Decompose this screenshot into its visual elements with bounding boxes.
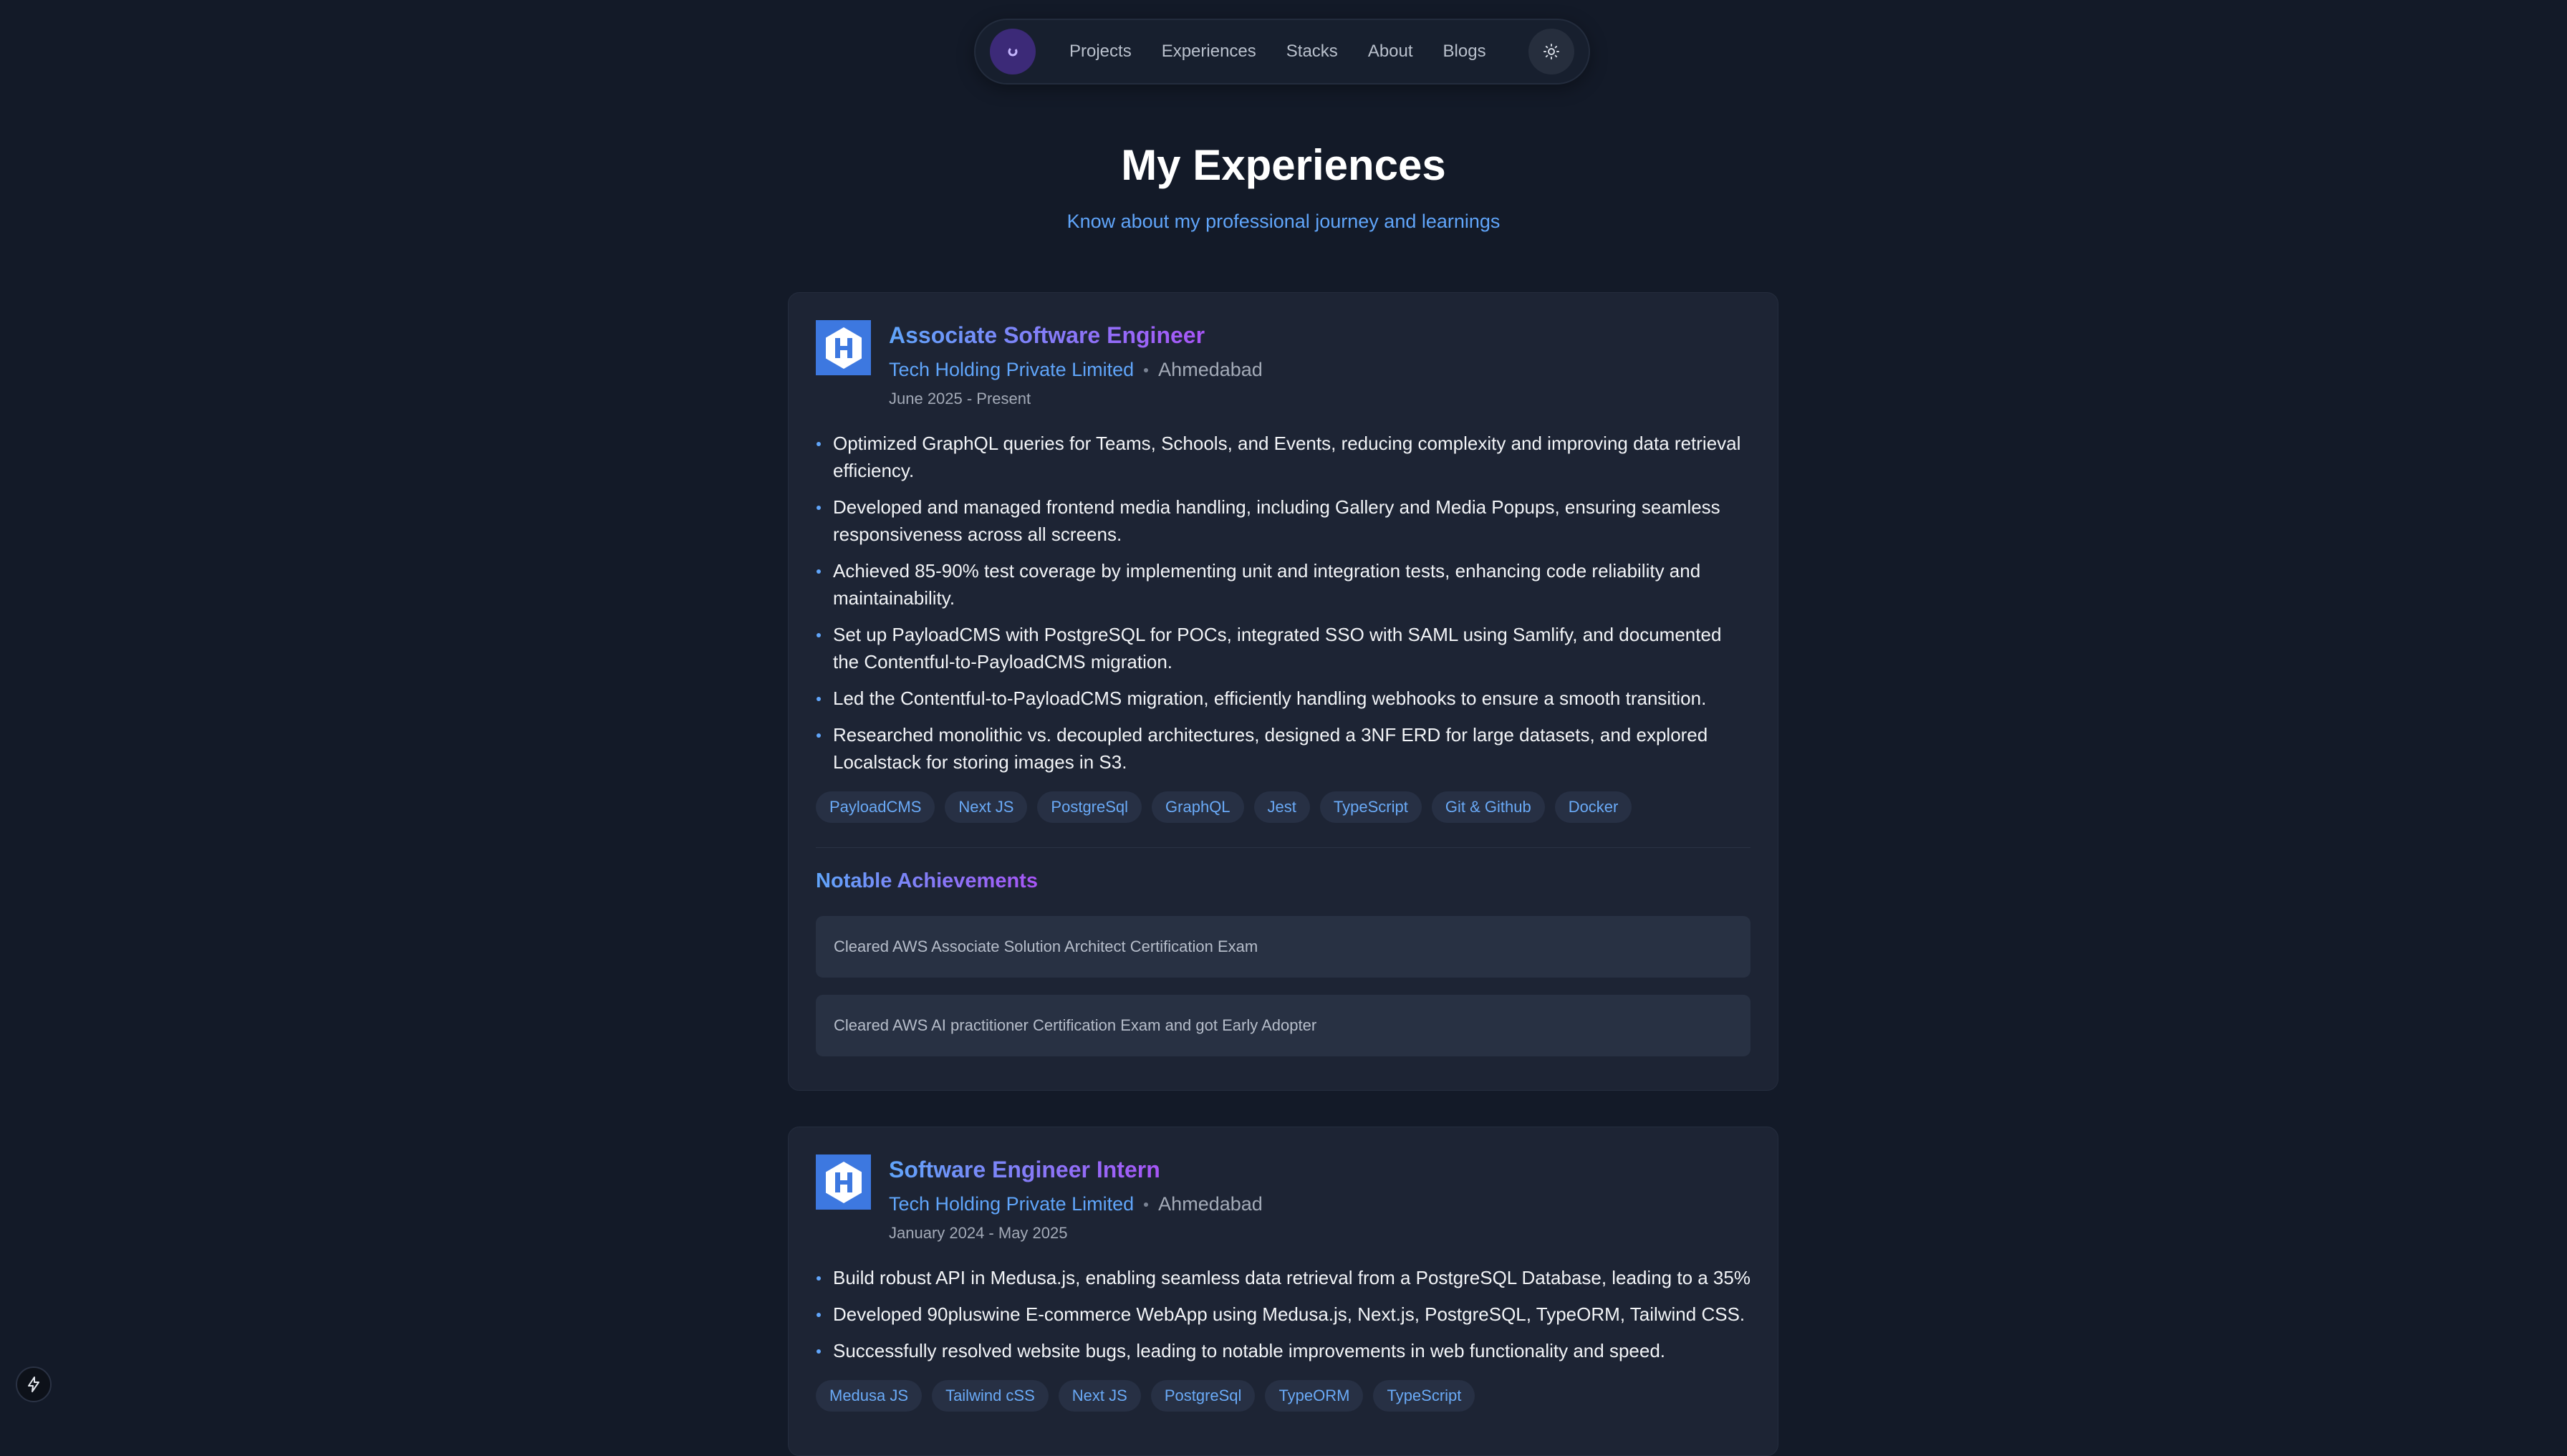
tech-tag: Next JS [1058, 1380, 1141, 1412]
list-item-text: Developed and managed frontend media han… [833, 496, 1720, 545]
hexagon-h-icon [816, 320, 871, 375]
list-item: Developed 90pluswine E-commerce WebApp u… [816, 1301, 1750, 1328]
responsibility-list: Optimized GraphQL queries for Teams, Sch… [816, 430, 1750, 776]
experience-header: Software Engineer Intern Tech Holding Pr… [816, 1154, 1750, 1243]
company-name[interactable]: Tech Holding Private Limited [889, 1193, 1134, 1215]
tech-tag: TypeScript [1319, 791, 1422, 823]
dev-tools-button[interactable] [16, 1366, 52, 1402]
list-item-text: Led the Contentful-to-PayloadCMS migrati… [833, 688, 1707, 709]
top-navbar: Projects Experiences Stacks About Blogs [974, 19, 1590, 85]
list-item: Researched monolithic vs. decoupled arch… [816, 721, 1750, 776]
list-item: Achieved 85-90% test coverage by impleme… [816, 557, 1750, 612]
tech-tag: TypeScript [1373, 1380, 1475, 1412]
sun-icon [1543, 44, 1559, 59]
experience-info: Software Engineer Intern Tech Holding Pr… [889, 1154, 1263, 1243]
location: Ahmedabad [1158, 1193, 1263, 1215]
experience-card: Software Engineer Intern Tech Holding Pr… [788, 1127, 1778, 1456]
page-title: My Experiences [1121, 141, 1446, 189]
company-name[interactable]: Tech Holding Private Limited [889, 359, 1134, 381]
nav-link-about[interactable]: About [1353, 42, 1428, 62]
list-item: Optimized GraphQL queries for Teams, Sch… [816, 430, 1750, 484]
experience-info: Associate Software Engineer Tech Holding… [889, 320, 1263, 408]
tech-tag: Medusa JS [816, 1380, 923, 1412]
achievements-title: Notable Achievements [816, 869, 1038, 892]
achievement-item: Cleared AWS AI practitioner Certificatio… [816, 995, 1750, 1056]
bullet-icon [817, 733, 821, 738]
theme-toggle-button[interactable] [1528, 29, 1574, 74]
tech-tag: TypeORM [1265, 1380, 1364, 1412]
company-line: Tech Holding Private Limited Ahmedabad [889, 359, 1263, 381]
bullet-icon [817, 1276, 821, 1281]
tech-tag: Tailwind cSS [932, 1380, 1049, 1412]
tech-tag: PostgreSql [1037, 791, 1142, 823]
role-title: Software Engineer Intern [889, 1157, 1160, 1182]
list-item: Build robust API in Medusa.js, enabling … [816, 1264, 1750, 1291]
tech-tag: Next JS [945, 791, 1028, 823]
bullet-icon [817, 569, 821, 574]
experience-header: Associate Software Engineer Tech Holding… [816, 320, 1750, 408]
tech-tags: PayloadCMS Next JS PostgreSql GraphQL Je… [816, 791, 1750, 831]
list-item: Set up PayloadCMS with PostgreSQL for PO… [816, 621, 1750, 675]
bullet-icon [817, 1349, 821, 1354]
tech-tag: GraphQL [1152, 791, 1244, 823]
responsibility-list: Build robust API in Medusa.js, enabling … [816, 1264, 1750, 1364]
employment-dates: January 2024 - May 2025 [889, 1224, 1068, 1242]
nav-link-stacks[interactable]: Stacks [1271, 42, 1353, 62]
tech-tag: Git & Github [1431, 791, 1545, 823]
hexagon-h-icon [816, 1154, 871, 1210]
list-item-text: Set up PayloadCMS with PostgreSQL for PO… [833, 624, 1722, 672]
bullet-icon [817, 697, 821, 701]
page-subtitle: Know about my professional journey and l… [1066, 211, 1501, 232]
experience-card: Associate Software Engineer Tech Holding… [788, 292, 1778, 1091]
bullet-icon [817, 506, 821, 510]
lightning-icon [28, 1377, 39, 1392]
achievement-item: Cleared AWS Associate Solution Architect… [816, 916, 1750, 978]
nav-link-projects[interactable]: Projects [1054, 42, 1147, 62]
tech-tag: Docker [1554, 791, 1632, 823]
list-item-text: Optimized GraphQL queries for Teams, Sch… [833, 433, 1741, 481]
separator-dot [1144, 367, 1149, 372]
nav-links: Projects Experiences Stacks About Blogs [1054, 42, 1501, 62]
list-item-text: Achieved 85-90% test coverage by impleme… [833, 560, 1701, 609]
divider [816, 847, 1750, 848]
tech-tags: Medusa JS Tailwind cSS Next JS PostgreSq… [816, 1380, 1750, 1420]
bullet-icon [817, 633, 821, 637]
tech-tag: Jest [1253, 791, 1310, 823]
bullet-icon [817, 442, 821, 446]
list-item: Led the Contentful-to-PayloadCMS migrati… [816, 685, 1750, 712]
nav-link-experiences[interactable]: Experiences [1147, 42, 1271, 62]
nav-link-blogs[interactable]: Blogs [1428, 42, 1501, 62]
list-item: Successfully resolved website bugs, lead… [816, 1337, 1750, 1364]
location: Ahmedabad [1158, 359, 1263, 380]
list-item-text: Successfully resolved website bugs, lead… [833, 1340, 1666, 1361]
separator-dot [1144, 1202, 1149, 1207]
role-title: Associate Software Engineer [889, 322, 1205, 348]
logo-icon[interactable] [990, 29, 1036, 74]
list-item-text: Researched monolithic vs. decoupled arch… [833, 724, 1708, 773]
list-item-text: Build robust API in Medusa.js, enabling … [833, 1267, 1750, 1288]
tech-tag: PayloadCMS [816, 791, 935, 823]
tech-tag: PostgreSql [1150, 1380, 1256, 1412]
bullet-icon [817, 1313, 821, 1317]
company-line: Tech Holding Private Limited Ahmedabad [889, 1193, 1263, 1215]
employment-dates: June 2025 - Present [889, 390, 1031, 408]
list-item: Developed and managed frontend media han… [816, 493, 1750, 548]
list-item-text: Developed 90pluswine E-commerce WebApp u… [833, 1303, 1745, 1325]
